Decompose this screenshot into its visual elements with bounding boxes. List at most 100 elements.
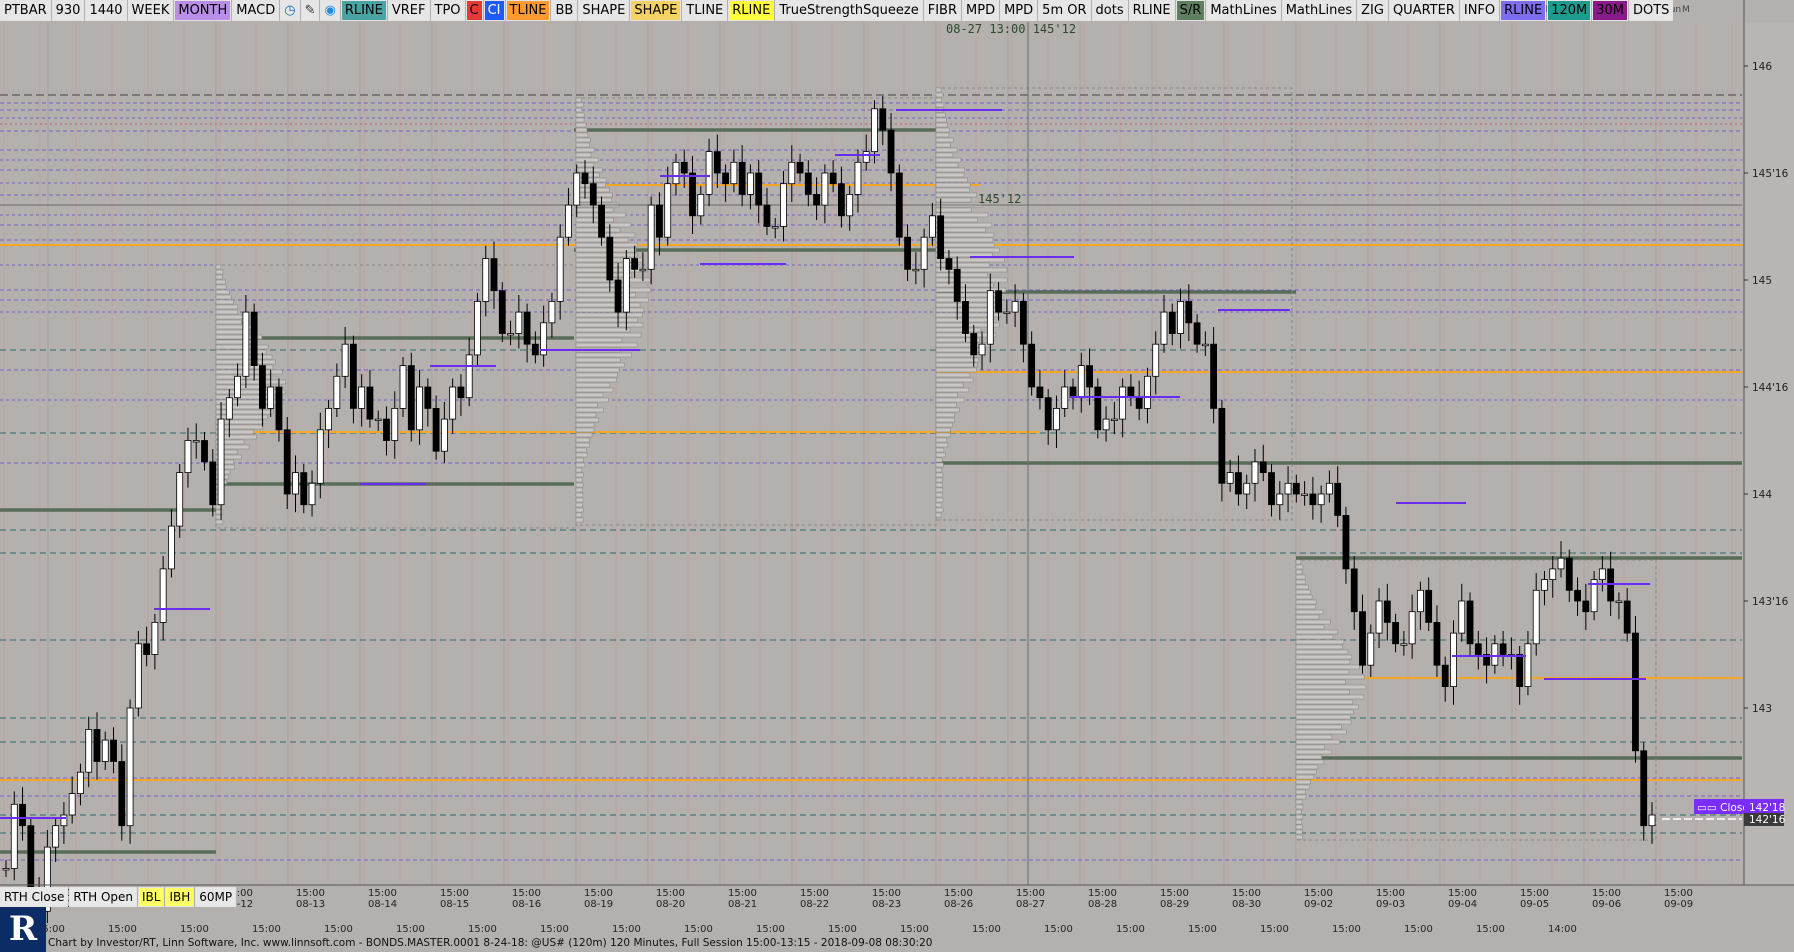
y-axis-tick-label: 144: [1752, 489, 1772, 501]
candle-body: [1408, 611, 1416, 645]
toolbar-button-rline[interactable]: RLINE: [1500, 0, 1547, 21]
profile-bar: [935, 492, 943, 498]
profile-bar: [215, 269, 224, 275]
candle-body: [416, 386, 423, 431]
profile-bar: [935, 427, 951, 433]
x-axis-date-label: 09-05: [1520, 899, 1549, 910]
profile-bar: [935, 457, 943, 463]
toolbar-button-1440[interactable]: 1440: [85, 0, 127, 21]
candle-body: [60, 814, 68, 827]
x-axis-date-label: 08-29: [1160, 899, 1189, 910]
profile-bar: [215, 414, 268, 420]
toolbar-button-truestrengthsqueeze[interactable]: TrueStrengthSqueeze: [775, 0, 923, 21]
profile-bar: [935, 137, 954, 143]
toolbar-button-macd[interactable]: MACD: [232, 0, 280, 21]
profile-bar: [575, 147, 595, 153]
candle-body: [829, 172, 837, 185]
toolbar-button-mpd[interactable]: MPD: [1000, 0, 1038, 21]
toolbar-button-zig[interactable]: ZIG: [1357, 0, 1388, 21]
toolbar-button-c[interactable]: C: [465, 0, 483, 21]
toolbar-button-ptbar[interactable]: PTBAR: [0, 0, 51, 21]
profile-bar: [575, 432, 593, 438]
profile-bar: [1295, 654, 1353, 660]
pencil-icon[interactable]: ✎: [300, 0, 320, 21]
toolbar-button-fibr[interactable]: FIBR: [923, 0, 962, 21]
session-button-60mp[interactable]: 60MP: [195, 887, 237, 907]
candle-body: [1598, 568, 1606, 581]
candle-body: [424, 386, 432, 409]
session-button-ibl[interactable]: IBL: [138, 887, 165, 907]
candle-body: [1425, 589, 1433, 623]
candle-body: [449, 386, 457, 420]
toolbar-button-930[interactable]: 930: [51, 0, 85, 21]
price-chart[interactable]: 145'12 146 145'16 145 144'16 144 143'16 143 ▭▭ C…: [0, 0, 1794, 952]
toolbar-button-ci[interactable]: CI: [483, 0, 505, 21]
candle-body: [27, 825, 35, 891]
session-button-ibh[interactable]: IBH: [165, 887, 195, 907]
toolbar-button-tpo[interactable]: TPO: [430, 0, 465, 21]
candle-body: [1019, 300, 1027, 345]
profile-bar: [935, 422, 953, 428]
candle-body: [1292, 482, 1300, 495]
clock-icon[interactable]: ◷: [280, 0, 300, 21]
close-tag-label: ▭▭ Close: [1697, 802, 1749, 814]
candle-body: [821, 172, 829, 206]
candle-body: [159, 568, 167, 623]
toolbar-button-rline[interactable]: RLINE: [1128, 0, 1175, 21]
profile-bar: [575, 462, 586, 468]
session-button-rth-open[interactable]: RTH Open: [69, 887, 138, 907]
x-axis-time-label: 15:00: [728, 888, 757, 899]
candle-body: [358, 386, 366, 409]
candle-body: [184, 440, 192, 473]
toolbar-button-tline[interactable]: TLINE: [682, 0, 728, 21]
toolbar-button-30m[interactable]: 30M: [1592, 0, 1628, 21]
toolbar-button-shape[interactable]: SHAPE: [630, 0, 682, 21]
profile-bar: [935, 232, 995, 238]
toolbar-button-dots[interactable]: dots: [1091, 0, 1128, 21]
profile-bar: [935, 197, 972, 203]
toolbar-button-week[interactable]: WEEK: [127, 0, 174, 21]
toolbar-button-info[interactable]: INFO: [1459, 0, 1500, 21]
droplet-icon[interactable]: ◉: [320, 0, 340, 21]
profile-bar: [935, 152, 954, 158]
toolbar-button-month[interactable]: MONTH: [174, 0, 232, 21]
toolbar-button-120m[interactable]: 120M: [1547, 0, 1592, 21]
toolbar-button-mathlines[interactable]: MathLines: [1281, 0, 1357, 21]
candle-body: [498, 290, 506, 334]
session-button-rth-close[interactable]: RTH Close: [0, 887, 69, 907]
toolbar-button-rline[interactable]: RLINE: [728, 0, 775, 21]
profile-bar: [215, 349, 267, 355]
profile-bar: [215, 284, 227, 290]
candle-body: [1334, 482, 1342, 516]
profile-bar: [575, 122, 587, 128]
candle-body: [1301, 493, 1309, 496]
toolbar-button-shape[interactable]: SHAPE: [578, 0, 630, 21]
profile-bar: [215, 279, 226, 285]
toolbar-button-rline[interactable]: RLINE: [340, 0, 387, 21]
toolbar-button-mpd[interactable]: MPD: [962, 0, 1000, 21]
profile-bar: [575, 157, 599, 163]
x-axis-date-label: 08-20: [656, 899, 685, 910]
toolbar-button-bb[interactable]: BB: [551, 0, 578, 21]
x-axis-date-label: 08-28: [1088, 899, 1117, 910]
toolbar-button-quarter[interactable]: QUARTER: [1388, 0, 1459, 21]
candle-body: [1144, 375, 1151, 409]
candle-body: [879, 108, 887, 131]
candle-body: [722, 172, 730, 185]
candle-body: [1367, 632, 1375, 666]
toolbar-button-s-r[interactable]: S/R: [1175, 0, 1206, 21]
toolbar-button-tline[interactable]: TLINE: [505, 0, 551, 21]
candle-body: [259, 365, 266, 409]
toolbar-button-5m-or[interactable]: 5m OR: [1038, 0, 1091, 21]
candle-body: [1474, 643, 1482, 655]
toolbar-button-dots[interactable]: DOTS: [1629, 0, 1674, 21]
toolbar-button-vref[interactable]: VREF: [387, 0, 430, 21]
profile-bar: [1295, 724, 1342, 730]
profile-bar: [935, 452, 946, 458]
profile-bar: [935, 157, 962, 163]
profile-bar: [575, 307, 645, 313]
toolbar-button-mathlines[interactable]: MathLines: [1206, 0, 1281, 21]
close-price-tag: ▭▭ Close 142'18: [1694, 799, 1785, 814]
x-axis-time-label: 15:00: [1520, 888, 1549, 899]
candle-body: [813, 193, 820, 206]
